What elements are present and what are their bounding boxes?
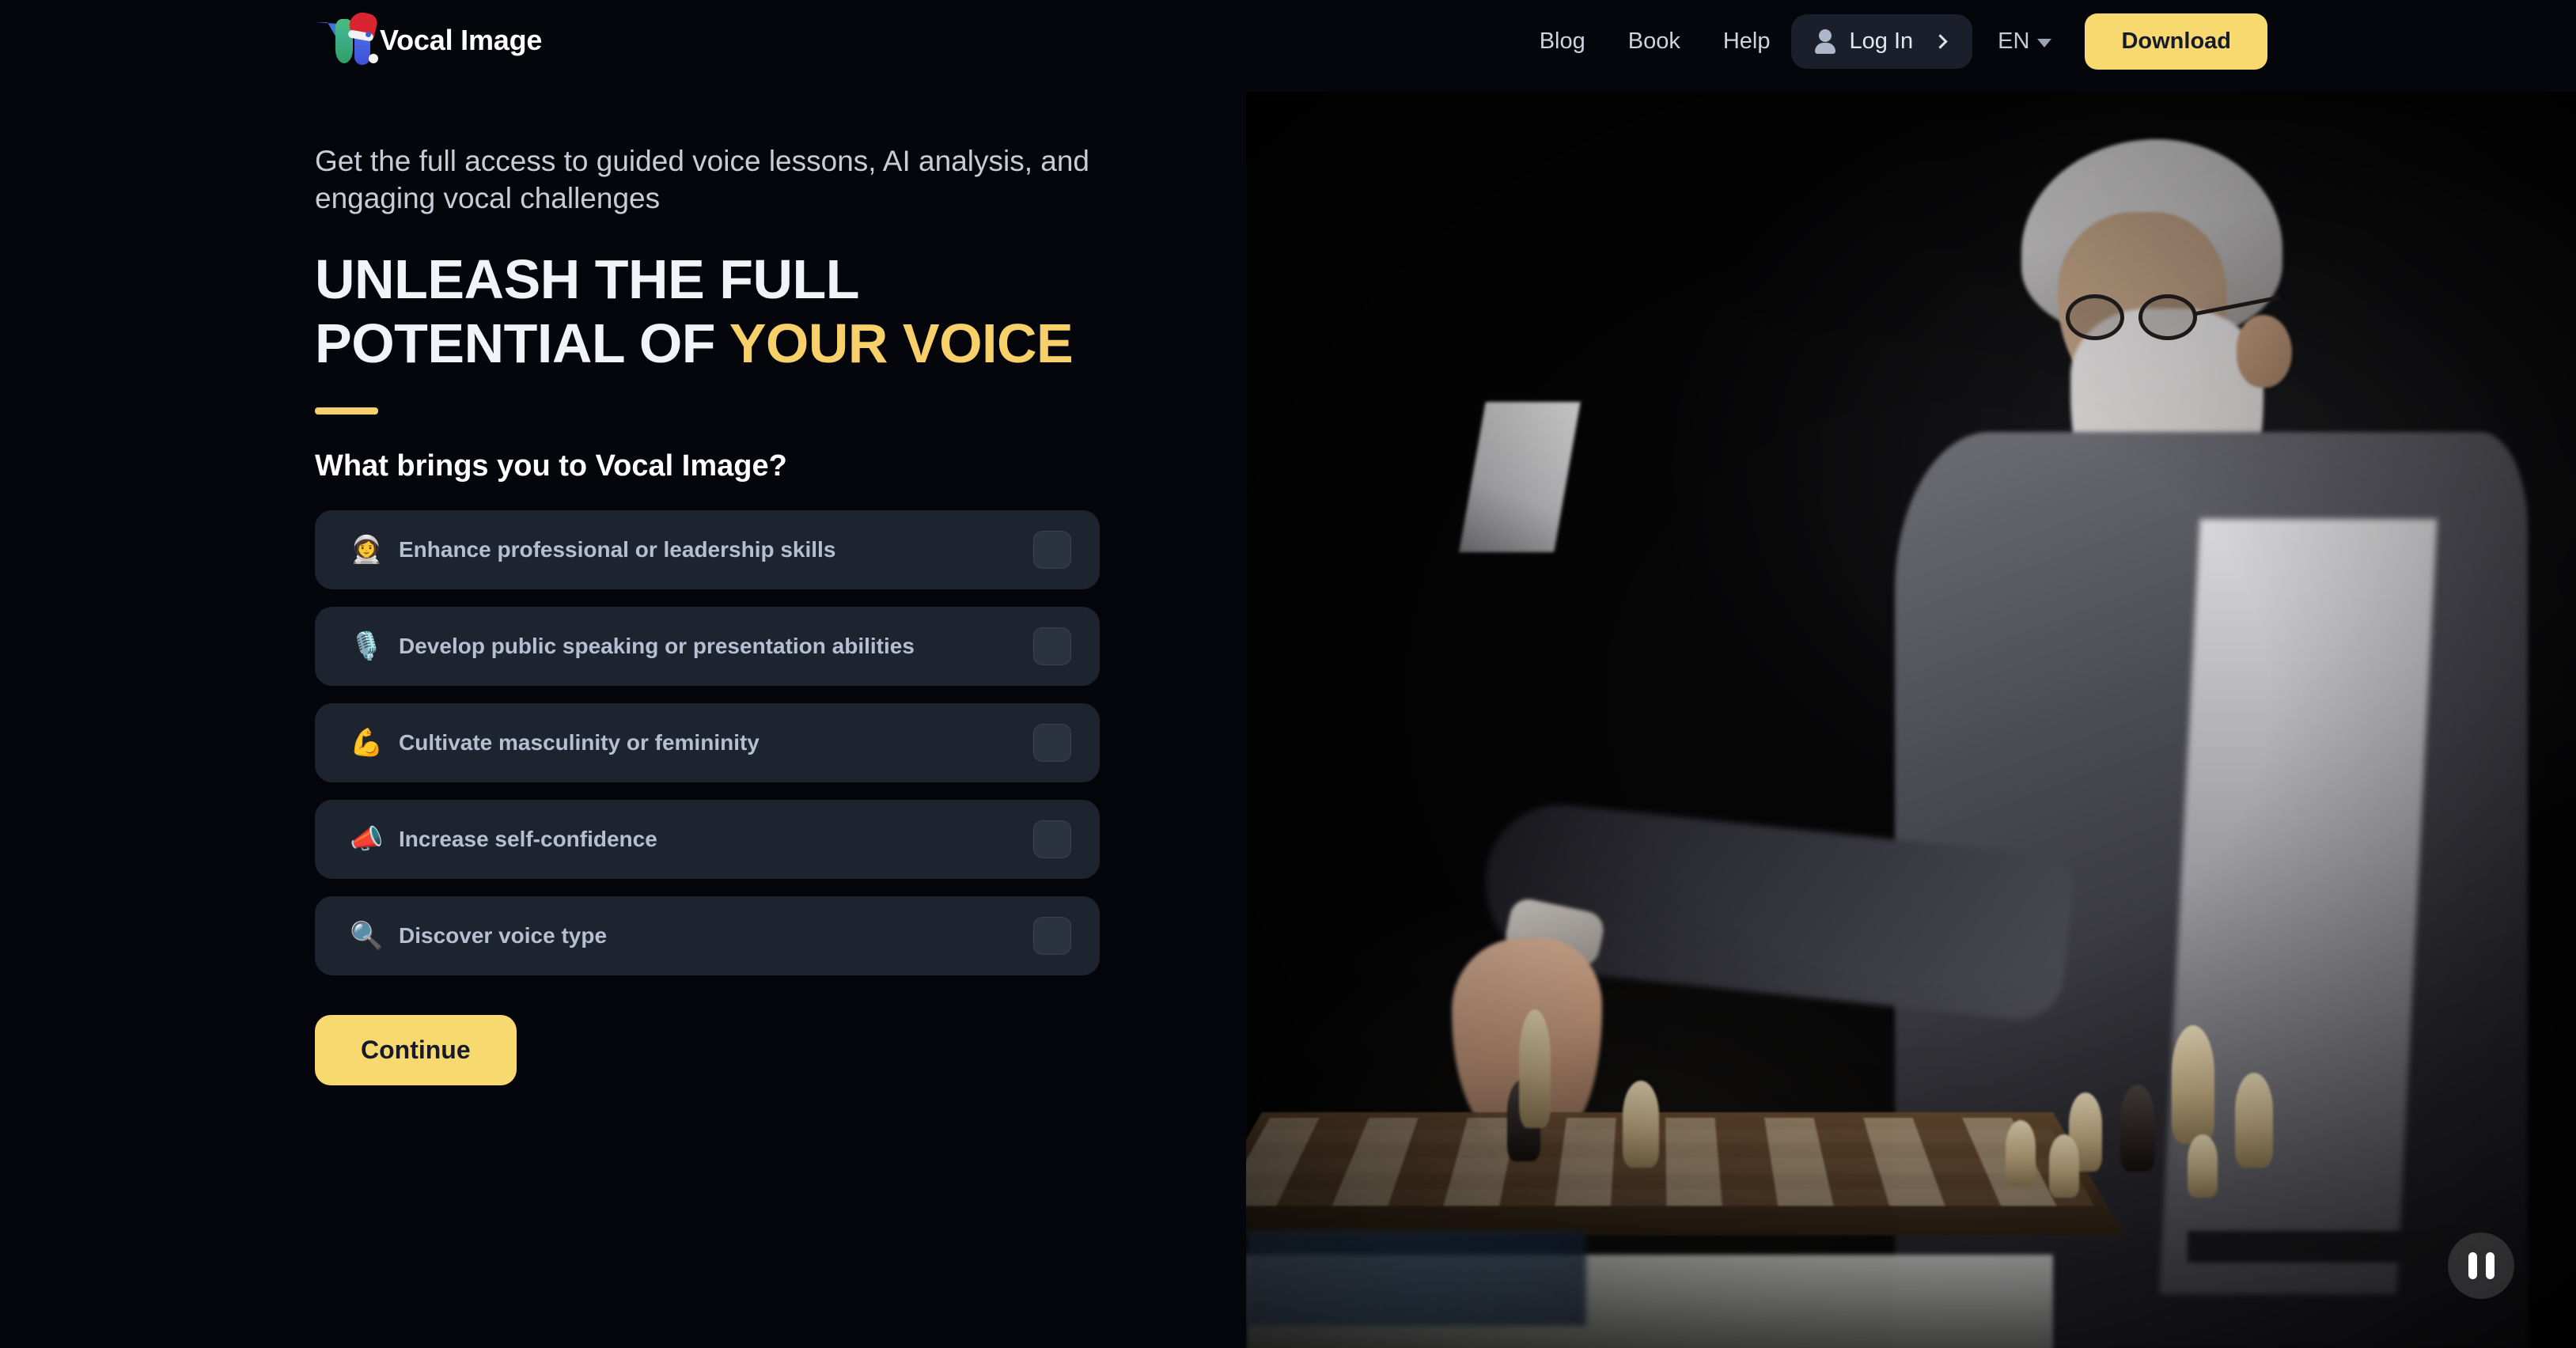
survey-options-list: 👩‍🚀 Enhance professional or leadership s… (315, 510, 1114, 976)
login-button[interactable]: Log In (1790, 13, 1973, 69)
survey-question: What brings you to Vocal Image? (315, 449, 787, 483)
hero-headline: UNLEASH THE FULL POTENTIAL OF YOUR VOICE (315, 248, 1114, 376)
login-button-label: Log In (1849, 28, 1914, 54)
pause-icon-bar-right (2485, 1252, 2495, 1279)
nav-link-blog[interactable]: Blog (1540, 28, 1585, 55)
survey-option-enhance-professional-skills[interactable]: 👩‍🚀 Enhance professional or leadership s… (315, 510, 1100, 590)
survey-option-label: Cultivate masculinity or femininity (399, 730, 760, 755)
hero-headline-accent: YOUR VOICE (729, 312, 1074, 374)
pause-button[interactable] (2448, 1233, 2514, 1299)
hero-left-column: Get the full access to guided voice less… (315, 142, 1114, 1086)
survey-option-label: Increase self-confidence (399, 827, 657, 852)
megaphone-emoji-icon: 📣 (350, 824, 384, 855)
survey-option-label: Develop public speaking or presentation … (399, 634, 915, 659)
chess-board (1246, 1112, 2124, 1236)
hero-subheadline: Get the full access to guided voice less… (315, 145, 1090, 215)
man-ear (2237, 315, 2292, 388)
chess-piece-white-bishop (1623, 1081, 1659, 1168)
caret-down-icon (2037, 38, 2052, 47)
survey-option-develop-public-speaking[interactable]: 🎙️ Develop public speaking or presentati… (315, 607, 1100, 687)
brand-name: Vocal Image (380, 24, 543, 56)
chess-piece-white-pawn-c (2188, 1134, 2218, 1198)
nav-link-help[interactable]: Help (1723, 28, 1771, 55)
nav-link-book[interactable]: Book (1628, 28, 1680, 55)
chess-piece-white-knight (2235, 1073, 2273, 1168)
site-header: Vocal Image Blog Book Help Log In EN Dow… (0, 0, 2576, 82)
person-icon (1814, 29, 1835, 54)
chess-board-squares (1246, 1118, 2095, 1206)
chess-piece-black-knight (2120, 1085, 2155, 1172)
magnifying-glass-emoji-icon: 🔍 (350, 921, 384, 952)
chevron-right-icon (1933, 33, 1948, 49)
pause-icon-bar-left (2468, 1252, 2477, 1279)
survey-option-checkbox[interactable] (1033, 820, 1071, 859)
survey-option-discover-voice-type[interactable]: 🔍 Discover voice type (315, 896, 1100, 976)
survey-option-label: Enhance professional or leadership skill… (399, 537, 836, 562)
vocal-image-logo-icon (315, 9, 380, 66)
survey-option-label: Discover voice type (399, 923, 608, 949)
continue-button[interactable]: Continue (315, 1015, 517, 1086)
language-value: EN (1998, 28, 2030, 54)
survey-option-checkbox[interactable] (1033, 627, 1071, 666)
astronaut-emoji-icon: 👩‍🚀 (350, 535, 384, 566)
man-glasses-icon (2066, 294, 2281, 342)
flexed-biceps-emoji-icon: 💪 (350, 728, 384, 759)
language-selector[interactable]: EN (1998, 28, 2052, 55)
survey-option-checkbox[interactable] (1033, 724, 1071, 763)
brand-logo-link[interactable]: Vocal Image (315, 9, 543, 66)
survey-option-increase-self-confidence[interactable]: 📣 Increase self-confidence (315, 800, 1100, 880)
studio-microphone-emoji-icon: 🎙️ (350, 631, 384, 662)
chess-piece-white-queen (2172, 1025, 2214, 1144)
chess-piece-white-king (1519, 1009, 1551, 1128)
survey-option-checkbox[interactable] (1033, 531, 1071, 570)
logo-dot-icon (366, 32, 371, 37)
papers-on-table (1246, 1231, 1586, 1326)
man-head-figure (2021, 139, 2292, 570)
chess-piece-white-pawn-a (2006, 1120, 2036, 1187)
download-button[interactable]: Download (2085, 13, 2267, 70)
chess-piece-white-pawn-b (2049, 1134, 2079, 1198)
yellow-divider (315, 407, 378, 415)
survey-option-cultivate-masculinity-femininity[interactable]: 💪 Cultivate masculinity or femininity (315, 703, 1100, 783)
survey-option-checkbox[interactable] (1033, 917, 1071, 956)
hero-video-panel[interactable] (1246, 92, 2576, 1348)
man-belt (2188, 1231, 2457, 1263)
main-navigation: Blog Book Help Log In EN Download (1540, 0, 2576, 82)
santa-hat-pompom-icon (369, 54, 378, 63)
